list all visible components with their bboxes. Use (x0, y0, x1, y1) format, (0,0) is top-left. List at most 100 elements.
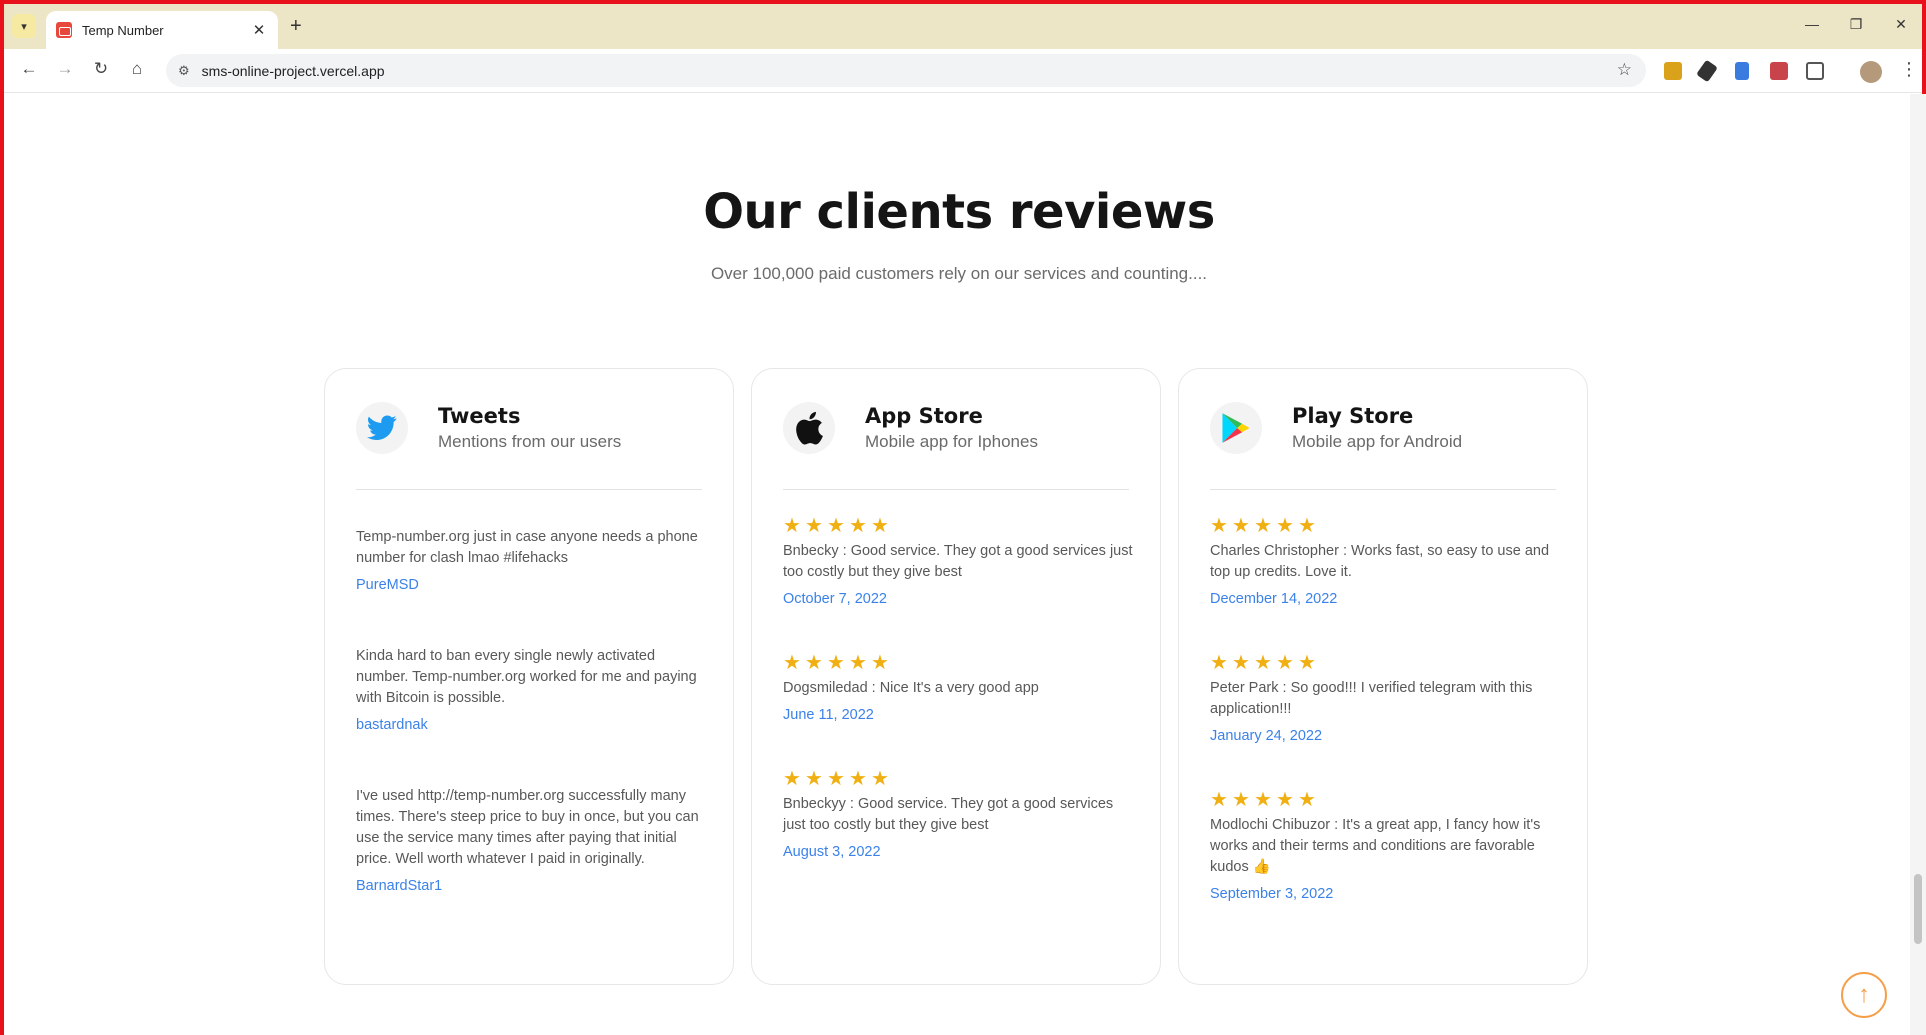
star-rating: ★ ★ ★ ★ ★ (1210, 652, 1560, 674)
card-app-store: App Store Mobile app for Iphones ★ ★ ★ ★ ★ B… (751, 368, 1161, 985)
star-icon: ★ (783, 652, 801, 674)
star-icon: ★ (1254, 652, 1272, 674)
new-tab-button[interactable]: + (290, 15, 302, 38)
review-text: Dogsmiledad : Nice It's a very good app (783, 680, 1039, 696)
card-subtitle: Mentions from our users (438, 432, 622, 451)
twitter-bird-icon (356, 402, 408, 454)
star-icon: ★ (783, 768, 801, 790)
star-icon: ★ (849, 515, 867, 537)
eyedropper-icon[interactable] (1696, 59, 1718, 83)
star-rating: ★ ★ ★ ★ ★ (1210, 789, 1560, 811)
star-icon: ★ (1232, 789, 1250, 811)
review-date: December 14, 2022 (1210, 591, 1338, 607)
review-date: October 7, 2022 (783, 591, 887, 607)
review-text: Modlochi Chibuzor : It's a great app, I … (1210, 817, 1541, 875)
star-icon: ★ (805, 652, 823, 674)
star-icon: ★ (1210, 789, 1228, 811)
star-rating: ★ ★ ★ ★ ★ (1210, 515, 1560, 537)
star-icon: ★ (1254, 515, 1272, 537)
star-icon: ★ (871, 652, 889, 674)
review-author[interactable]: BarnardStar1 (356, 878, 706, 894)
star-rating: ★ ★ ★ ★ ★ (783, 768, 1133, 790)
tab-search-button[interactable]: ▾ (12, 14, 36, 38)
card-subtitle: Mobile app for Android (1292, 432, 1463, 451)
menu-kebab-icon[interactable]: ⋮ (1900, 59, 1918, 80)
review-text: I've used http://temp-number.org success… (356, 788, 699, 867)
star-icon: ★ (1276, 789, 1294, 811)
review-text: Temp-number.org just in case anyone need… (356, 529, 698, 566)
restore-button[interactable]: ❐ (1846, 16, 1866, 33)
star-icon: ★ (1232, 652, 1250, 674)
back-to-top-button[interactable]: ↑ (1841, 972, 1887, 1018)
star-icon: ★ (1298, 652, 1316, 674)
reload-button[interactable]: ↻ (90, 59, 112, 79)
close-tab-icon[interactable]: ✕ (250, 21, 268, 39)
review-item: ★ ★ ★ ★ ★ Dogsmiledad : Nice It's a very goo… (783, 652, 1133, 723)
extension-icon[interactable] (1735, 62, 1749, 80)
star-icon: ★ (1210, 652, 1228, 674)
review-item: I've used http://temp-number.org success… (356, 786, 706, 894)
review-author[interactable]: PureMSD (356, 577, 706, 593)
puzzle-extensions-icon[interactable] (1806, 62, 1824, 80)
star-icon: ★ (827, 652, 845, 674)
forward-button[interactable]: → (54, 59, 76, 79)
star-icon: ★ (871, 515, 889, 537)
site-favicon-icon (56, 22, 72, 38)
page-scrollbar[interactable] (1910, 94, 1926, 1035)
card-header: App Store Mobile app for Iphones (783, 402, 1129, 490)
card-title: Play Store (1292, 404, 1414, 428)
star-icon: ★ (871, 768, 889, 790)
home-button[interactable]: ⌂ (126, 59, 148, 79)
section-subtitle: Over 100,000 paid customers rely on our … (710, 264, 1208, 283)
address-bar[interactable]: ⚙ sms-online-project.vercel.app ☆ (166, 54, 1646, 87)
star-rating: ★ ★ ★ ★ ★ (783, 515, 1133, 537)
card-subtitle: Mobile app for Iphones (865, 432, 1038, 451)
review-text: Bnbeckyy : Good service. They got a good… (783, 796, 1114, 833)
star-icon: ★ (849, 768, 867, 790)
review-date: June 11, 2022 (783, 707, 874, 723)
star-icon: ★ (1276, 515, 1294, 537)
star-icon: ★ (1298, 789, 1316, 811)
url-text: sms-online-project.vercel.app (201, 62, 385, 79)
review-item: Temp-number.org just in case anyone need… (356, 527, 706, 593)
close-window-button[interactable]: ✕ (1891, 16, 1911, 33)
site-info-icon[interactable]: ⚙ (178, 63, 190, 79)
review-item: ★ ★ ★ ★ ★ Bnbeckyy : Good service. They got … (783, 768, 1133, 860)
review-author[interactable]: bastardnak (356, 717, 706, 733)
review-date: August 3, 2022 (783, 844, 881, 860)
card-tweets: Tweets Mentions from our users Temp-numb… (324, 368, 734, 985)
star-icon: ★ (827, 515, 845, 537)
review-item: Kinda hard to ban every single newly act… (356, 646, 706, 733)
tab-title: Temp Number (82, 22, 164, 38)
card-header: Play Store Mobile app for Android (1210, 402, 1556, 490)
arrow-up-icon: ↑ (1858, 981, 1870, 1008)
review-text: Peter Park : So good!!! I verified teleg… (1210, 680, 1533, 717)
star-icon: ★ (849, 652, 867, 674)
star-icon: ★ (1276, 652, 1294, 674)
star-icon: ★ (827, 768, 845, 790)
calendar-extension-icon[interactable] (1770, 62, 1788, 80)
star-icon: ★ (1210, 515, 1228, 537)
star-icon: ★ (805, 768, 823, 790)
star-icon: ★ (805, 515, 823, 537)
bookmark-star-icon[interactable]: ☆ (1617, 60, 1632, 80)
star-icon: ★ (1254, 789, 1272, 811)
review-date: January 24, 2022 (1210, 728, 1323, 744)
card-header: Tweets Mentions from our users (356, 402, 702, 490)
browser-tab[interactable]: Temp Number ✕ (46, 11, 278, 49)
star-icon: ★ (1232, 515, 1250, 537)
back-button[interactable]: ← (18, 59, 40, 79)
scrollbar-thumb[interactable] (1914, 874, 1922, 944)
review-date: September 3, 2022 (1210, 886, 1334, 902)
minimize-button[interactable]: — (1802, 16, 1822, 32)
review-text: Charles Christopher : Works fast, so eas… (1210, 543, 1550, 580)
profile-avatar[interactable] (1860, 61, 1882, 83)
review-item: ★ ★ ★ ★ ★ Charles Christopher : Works fast, … (1210, 515, 1560, 607)
review-item: ★ ★ ★ ★ ★ Peter Park : So good!!! I verified… (1210, 652, 1560, 744)
card-play-store: Play Store Mobile app for Android ★ ★ ★ ★ ★ … (1178, 368, 1588, 985)
review-text: Kinda hard to ban every single newly act… (356, 648, 697, 706)
review-item: ★ ★ ★ ★ ★ Modlochi Chibuzor : It's a great a… (1210, 789, 1560, 902)
browser-toolbar: ← → ↻ ⌂ ⚙ sms-online-project.vercel.app … (4, 49, 1922, 93)
star-rating: ★ ★ ★ ★ ★ (783, 652, 1133, 674)
extension-icon[interactable] (1664, 62, 1682, 80)
